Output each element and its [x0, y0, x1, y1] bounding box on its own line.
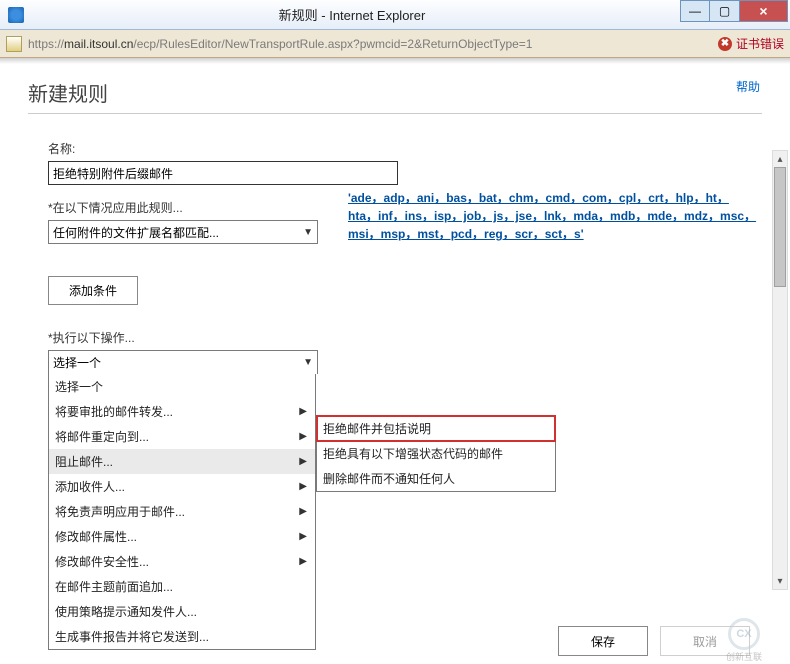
do-action-value: 选择一个 — [53, 354, 101, 371]
dropdown-item[interactable]: 将要审批的邮件转发...▶ — [49, 399, 315, 424]
name-label: 名称: — [48, 140, 762, 157]
minimize-button[interactable]: — — [680, 0, 710, 22]
url-prefix: https:// — [28, 37, 64, 51]
chevron-right-icon: ▶ — [299, 481, 307, 492]
dropdown-item[interactable]: 修改邮件属性...▶ — [49, 524, 315, 549]
window-title: 新规则 - Internet Explorer — [24, 5, 680, 24]
apply-when-value: 任何附件的文件扩展名都匹配... — [53, 224, 219, 241]
block-mail-submenu: 拒绝邮件并包括说明 拒绝具有以下增强状态代码的邮件 删除邮件而不通知任何人 — [316, 415, 556, 492]
extension-list-link[interactable]: 'ade，adp，ani，bas，bat，chm，cmd，com，cpl，crt… — [348, 189, 758, 243]
submenu-item-reject-explain[interactable]: 拒绝邮件并包括说明 — [317, 416, 555, 441]
title-divider — [28, 113, 762, 114]
dropdown-item[interactable]: 生成事件报告并将它发送到... — [49, 624, 315, 649]
maximize-button[interactable]: ▢ — [710, 0, 740, 22]
page-title: 新建规则 — [28, 78, 762, 107]
dropdown-item[interactable]: 在邮件主题前面追加... — [49, 574, 315, 599]
chevron-right-icon: ▶ — [299, 406, 307, 417]
dropdown-item[interactable]: 添加收件人...▶ — [49, 474, 315, 499]
do-action-select[interactable]: 选择一个 ▼ — [48, 350, 318, 374]
page-header: 新建规则 — [0, 64, 790, 122]
address-bar: https://mail.itsoul.cn/ecp/RulesEditor/N… — [0, 30, 790, 58]
action-dropdown: 选择一个 将要审批的邮件转发...▶ 将邮件重定向到...▶ 阻止邮件...▶ … — [48, 374, 316, 650]
form-area: 名称: *在以下情况应用此规则... 任何附件的文件扩展名都匹配... ▼ 'a… — [0, 122, 790, 650]
cert-error-text: 证书错误 — [736, 35, 784, 52]
do-action-label: *执行以下操作... — [48, 329, 762, 346]
watermark-text: 创新互联 — [704, 650, 784, 663]
page-icon — [6, 36, 22, 52]
save-button[interactable]: 保存 — [558, 626, 648, 656]
cert-error-icon: ✖ — [718, 37, 732, 51]
vertical-scrollbar[interactable]: ▴ ▾ — [772, 150, 788, 590]
chevron-right-icon: ▶ — [299, 556, 307, 567]
chevron-down-icon: ▼ — [303, 227, 313, 238]
dropdown-item[interactable]: 选择一个 — [49, 374, 315, 399]
submenu-item-delete-silent[interactable]: 删除邮件而不通知任何人 — [317, 466, 555, 491]
chevron-right-icon: ▶ — [299, 456, 307, 467]
url-host: mail.itsoul.cn — [64, 37, 133, 51]
rule-name-input[interactable] — [48, 161, 398, 185]
submenu-item-reject-code[interactable]: 拒绝具有以下增强状态代码的邮件 — [317, 441, 555, 466]
scroll-up-button[interactable]: ▴ — [773, 151, 787, 167]
dropdown-item[interactable]: 使用策略提示通知发件人... — [49, 599, 315, 624]
chevron-right-icon: ▶ — [299, 531, 307, 542]
dropdown-item[interactable]: 修改邮件安全性...▶ — [49, 549, 315, 574]
scroll-down-button[interactable]: ▾ — [773, 573, 787, 589]
add-condition-button[interactable]: 添加条件 — [48, 276, 138, 305]
scroll-thumb[interactable] — [774, 167, 786, 287]
chevron-down-icon: ▼ — [303, 357, 313, 368]
watermark: CX 创新互联 — [704, 618, 784, 658]
dropdown-item[interactable]: 将免责声明应用于邮件...▶ — [49, 499, 315, 524]
help-link[interactable]: 帮助 — [736, 78, 760, 95]
url-path: /ecp/RulesEditor/NewTransportRule.aspx?p… — [133, 37, 532, 51]
cert-error-badge[interactable]: ✖ 证书错误 — [718, 35, 784, 52]
chevron-right-icon: ▶ — [299, 506, 307, 517]
dropdown-item-block-mail[interactable]: 阻止邮件...▶ — [49, 449, 315, 474]
watermark-icon: CX — [728, 618, 760, 650]
chevron-right-icon: ▶ — [299, 431, 307, 442]
close-button[interactable]: × — [740, 0, 788, 22]
ie-icon — [8, 7, 24, 23]
apply-when-select[interactable]: 任何附件的文件扩展名都匹配... ▼ — [48, 220, 318, 244]
dropdown-item[interactable]: 将邮件重定向到...▶ — [49, 424, 315, 449]
window-controls: — ▢ × — [680, 0, 788, 22]
url-text[interactable]: https://mail.itsoul.cn/ecp/RulesEditor/N… — [28, 37, 712, 51]
window-titlebar: 新规则 - Internet Explorer — ▢ × — [0, 0, 790, 30]
